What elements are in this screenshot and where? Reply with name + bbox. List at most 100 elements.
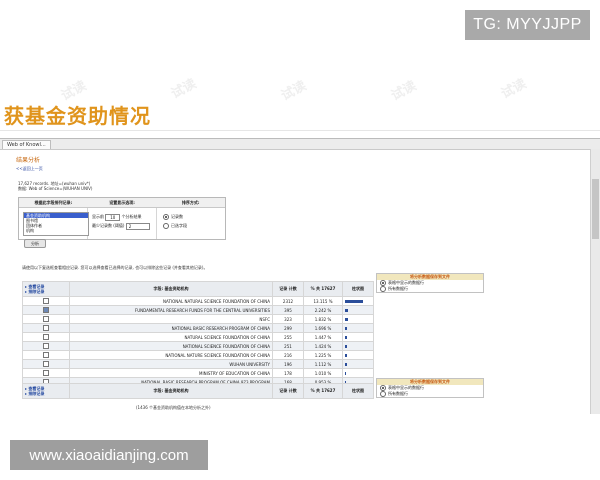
col-header-percent: % 共 17627 <box>303 383 343 399</box>
col-header-bar: 柱状图 <box>342 281 374 297</box>
row-checkbox[interactable] <box>43 352 49 358</box>
row-checkbox[interactable] <box>43 325 49 331</box>
save-all-rows-radio[interactable] <box>380 391 386 397</box>
table-row: MINISTRY OF EDUCATION OF CHINA 178 1.010 % <box>22 368 374 378</box>
col-header-field: 字段: 基金资助机构 <box>69 281 273 297</box>
row-bar <box>345 300 363 303</box>
watermark-mark: 试读 <box>278 78 309 104</box>
table-row: NATIONAL BASIC RESEARCH PROGRAM OF CHINA… <box>22 323 374 333</box>
param-header-sort: 排序方式: <box>181 199 200 205</box>
records-summary: 17,627 records. 地址=(wuhan univ*) 数据: Web… <box>18 181 92 191</box>
show-top-select[interactable]: 10 <box>105 213 121 221</box>
site-url-text: www.xiaoaidianjing.com <box>29 446 189 464</box>
field-option[interactable]: 机构 <box>24 228 88 233</box>
show-top-suffix: 个分析结果 <box>121 214 142 219</box>
save-all-rows-radio[interactable] <box>380 286 386 292</box>
row-checkbox[interactable] <box>43 370 49 376</box>
row-bar <box>345 327 347 330</box>
sort-options: 记录数 已选字段 <box>163 212 187 230</box>
row-funder: WUHAN UNIVERSITY <box>69 359 273 369</box>
row-funder: FUNDAMENTAL RESEARCH FUNDS FOR THE CENTR… <box>69 305 273 315</box>
row-checkbox[interactable] <box>43 343 49 349</box>
scrollbar-thumb[interactable] <box>592 179 599 239</box>
row-count: 395 <box>272 305 304 315</box>
col-header-bar: 柱状图 <box>342 383 374 399</box>
row-checkbox[interactable] <box>43 361 49 367</box>
row-bar <box>345 354 347 357</box>
back-link[interactable]: <<返回上一页 <box>16 166 581 172</box>
instruction-text: 请使用以下复选框查看相应记录. 您可以选择查看已选择的记录, 也可以排除这些记录… <box>22 265 208 270</box>
row-percent: 1.010 % <box>303 368 343 378</box>
sort-by-count-radio[interactable] <box>163 214 169 220</box>
watermark-mark: 试读 <box>498 76 529 102</box>
row-percent: 1.225 % <box>303 350 343 360</box>
row-checkbox[interactable] <box>43 307 49 313</box>
title-divider <box>0 130 600 131</box>
min-records-input[interactable]: 2 <box>125 222 150 230</box>
parameters-header: 根据此字段排列记录: 设置显示选项: 排序方式: <box>19 198 225 208</box>
row-percent: 13.115 % <box>303 296 343 306</box>
analyze-button[interactable]: 分析 <box>24 239 46 248</box>
results-header-row: ▸ 查看记录 ▸ 排除记录 字段: 基金资助机构 记录 计数 % 共 17627… <box>22 281 374 297</box>
field-listbox[interactable]: 基金资助机构 图书馆 团体作者 机构 <box>23 212 89 236</box>
row-count: 299 <box>272 323 304 333</box>
row-funder: NATIONAL SCIENCE FOUNDATION OF CHINA <box>69 341 273 351</box>
row-bar <box>345 336 347 339</box>
analysis-parameters: 根据此字段排列记录: 设置显示选项: 排序方式: 基金资助机构 图书馆 团体作者… <box>18 197 226 240</box>
row-count: 255 <box>272 332 304 342</box>
tg-badge-text: TG: MYYJJPP <box>473 16 582 33</box>
row-percent: 1.112 % <box>303 359 343 369</box>
col-header-count: 记录 计数 <box>272 281 304 297</box>
param-header-field: 根据此字段排列记录: <box>34 199 73 205</box>
browser-screenshot: Web of Knowl... 结果分析 <<返回上一页 17,627 reco… <box>0 138 600 414</box>
row-percent: 1.832 % <box>303 314 343 324</box>
database-line: 数据: Web of Science=(WUHAN UNIV) <box>18 186 93 191</box>
save-panel-top: 将分析数据保存到文件 表格中显示的数据行 所有数据行 <box>376 273 484 293</box>
sort-by-field-label: 已选字段 <box>171 223 187 228</box>
vertical-scrollbar[interactable] <box>590 149 600 414</box>
analysis-page: 结果分析 <<返回上一页 17,627 records. 地址=(wuhan u… <box>16 155 581 414</box>
show-top-label: 显示前 <box>92 214 104 219</box>
row-checkbox[interactable] <box>43 334 49 340</box>
watermark-mark: 试读 <box>388 78 419 104</box>
results-footer-header-row: ▸ 查看记录 ▸ 排除记录 字段: 基金资助机构 记录 计数 % 共 17627… <box>22 383 374 399</box>
save-visible-rows-label: 表格中显示的数据行 <box>388 280 424 285</box>
row-count: 2312 <box>272 296 304 306</box>
slide-title: 获基金资助情况 <box>4 104 151 128</box>
table-row: NATIONAL SCIENCE FOUNDATION OF CHINA 251 1… <box>22 341 374 351</box>
exclude-records-button[interactable]: ▸ 排除记录 <box>25 289 67 294</box>
sort-by-field-radio[interactable] <box>163 223 169 229</box>
row-count: 196 <box>272 359 304 369</box>
row-bar <box>345 363 347 366</box>
tg-badge: TG: MYYJJPP <box>465 10 590 40</box>
row-percent: 1.424 % <box>303 341 343 351</box>
table-row: NSFC 323 1.832 % <box>22 314 374 324</box>
results-footer-table: ▸ 查看记录 ▸ 排除记录 字段: 基金资助机构 记录 计数 % 共 17627… <box>22 383 374 399</box>
results-footnote: (1436 个基金资助机构值在本地分析之外) <box>136 405 211 410</box>
save-all-rows-label: 所有数据行 <box>388 391 408 396</box>
min-records-label: 最少记录数 (阈值) <box>92 223 125 228</box>
table-row: NATIONAL NATURE SCIENCE FOUNDATION OF CH… <box>22 350 374 360</box>
row-count: 323 <box>272 314 304 324</box>
browser-tab[interactable]: Web of Knowl... <box>2 140 51 149</box>
section-title: 结果分析 <box>16 157 41 164</box>
table-row: WUHAN UNIVERSITY 196 1.112 % <box>22 359 374 369</box>
row-funder: NSFC <box>69 314 273 324</box>
row-percent: 1.696 % <box>303 323 343 333</box>
exclude-records-button[interactable]: ▸ 排除记录 <box>25 391 67 396</box>
row-funder: NATURAL SCIENCE FOUNDATION OF CHINA <box>69 332 273 342</box>
row-funder: NATIONAL NATURE SCIENCE FOUNDATION OF CH… <box>69 350 273 360</box>
save-visible-rows-label: 表格中显示的数据行 <box>388 385 424 390</box>
sort-by-count-label: 记录数 <box>171 214 183 219</box>
row-bar <box>345 372 346 375</box>
row-percent: 1.447 % <box>303 332 343 342</box>
row-count: 216 <box>272 350 304 360</box>
row-funder: NATIONAL BASIC RESEARCH PROGRAM OF CHINA <box>69 323 273 333</box>
save-panel-bottom: 将分析数据保存到文件 表格中显示的数据行 所有数据行 <box>376 378 484 398</box>
row-checkbox[interactable] <box>43 298 49 304</box>
row-checkbox[interactable] <box>43 316 49 322</box>
col-header-field: 字段: 基金资助机构 <box>69 383 273 399</box>
table-row: FUNDAMENTAL RESEARCH FUNDS FOR THE CENTR… <box>22 305 374 315</box>
display-options: 显示前 10 个分析结果 最少记录数 (阈值) 2 <box>92 212 150 230</box>
site-url-badge: www.xiaoaidianjing.com <box>10 440 208 470</box>
